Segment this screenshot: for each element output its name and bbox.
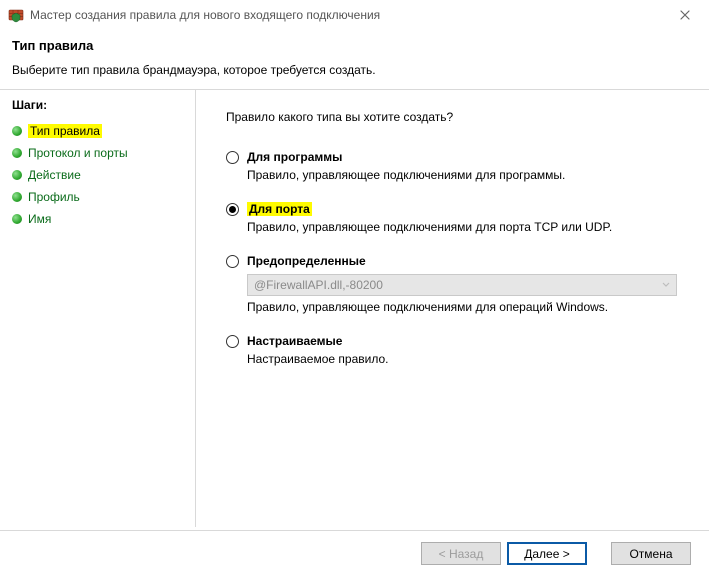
back-button: < Назад [421,542,501,565]
option-program: Для программы Правило, управляющее подкл… [226,150,679,182]
bullet-icon [12,126,22,136]
steps-heading: Шаги: [0,98,195,120]
option-predefined: Предопределенные @FirewallAPI.dll,-80200… [226,254,679,314]
bullet-icon [12,170,22,180]
step-label: Действие [28,168,81,182]
page-title: Тип правила [12,38,697,53]
step-label: Профиль [28,190,80,204]
wizard-footer: < Назад Далее > Отмена [0,530,709,576]
option-custom: Настраиваемые Настраиваемое правило. [226,334,679,366]
step-label: Имя [28,212,51,226]
content-pane: Правило какого типа вы хотите создать? Д… [196,90,709,527]
wizard-header: Тип правила Выберите тип правила брандма… [0,30,709,89]
titlebar: Мастер создания правила для нового входя… [0,0,709,30]
step-label: Протокол и порты [28,146,128,160]
step-name[interactable]: Имя [0,208,195,230]
option-custom-desc: Настраиваемое правило. [247,352,679,366]
step-profile[interactable]: Профиль [0,186,195,208]
close-icon[interactable] [669,1,701,29]
bullet-icon [12,148,22,158]
radio-predefined[interactable] [226,255,239,268]
window-title: Мастер создания правила для нового входя… [30,8,669,22]
predefined-select-value: @FirewallAPI.dll,-80200 [254,278,383,292]
bullet-icon [12,214,22,224]
option-custom-label[interactable]: Настраиваемые [247,334,342,348]
steps-sidebar: Шаги: Тип правила Протокол и порты Дейст… [0,90,196,527]
wizard-body: Шаги: Тип правила Протокол и порты Дейст… [0,89,709,527]
option-port-desc: Правило, управляющее подключениями для п… [247,220,679,234]
step-rule-type[interactable]: Тип правила [0,120,195,142]
option-predefined-desc: Правило, управляющее подключениями для о… [247,300,679,314]
step-action[interactable]: Действие [0,164,195,186]
firewall-icon [8,7,24,23]
predefined-select: @FirewallAPI.dll,-80200 [247,274,677,296]
page-subtitle: Выберите тип правила брандмауэра, которо… [12,63,697,77]
option-predefined-label[interactable]: Предопределенные [247,254,366,268]
option-port-label[interactable]: Для порта [247,202,312,216]
radio-custom[interactable] [226,335,239,348]
radio-port[interactable] [226,203,239,216]
option-program-desc: Правило, управляющее подключениями для п… [247,168,679,182]
step-label: Тип правила [28,124,102,138]
radio-program[interactable] [226,151,239,164]
next-button[interactable]: Далее > [507,542,587,565]
option-port: Для порта Правило, управляющее подключен… [226,202,679,234]
chevron-down-icon [662,280,670,291]
cancel-button[interactable]: Отмена [611,542,691,565]
option-program-label[interactable]: Для программы [247,150,342,164]
bullet-icon [12,192,22,202]
step-protocol-ports[interactable]: Протокол и порты [0,142,195,164]
question-text: Правило какого типа вы хотите создать? [226,110,679,124]
